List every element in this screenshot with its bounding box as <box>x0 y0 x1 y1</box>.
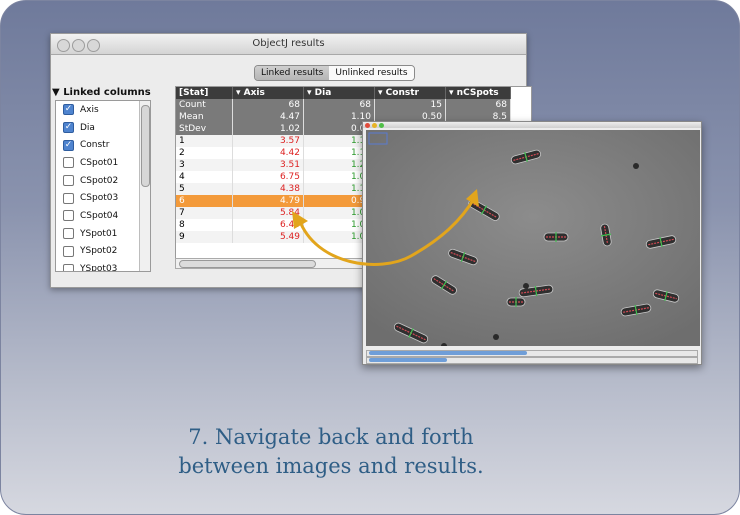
slide-background: ObjectJ results Linked results Unlinked … <box>0 0 740 515</box>
arrowhead-left-icon <box>292 211 308 229</box>
caption-line-2: between images and results. <box>178 454 484 478</box>
arrowhead-right-icon <box>466 189 479 207</box>
slide-caption: 7. Navigate back and forth between image… <box>1 423 661 481</box>
double-headed-arrow-icon <box>297 196 477 266</box>
caption-line-1: 7. Navigate back and forth <box>188 425 474 449</box>
